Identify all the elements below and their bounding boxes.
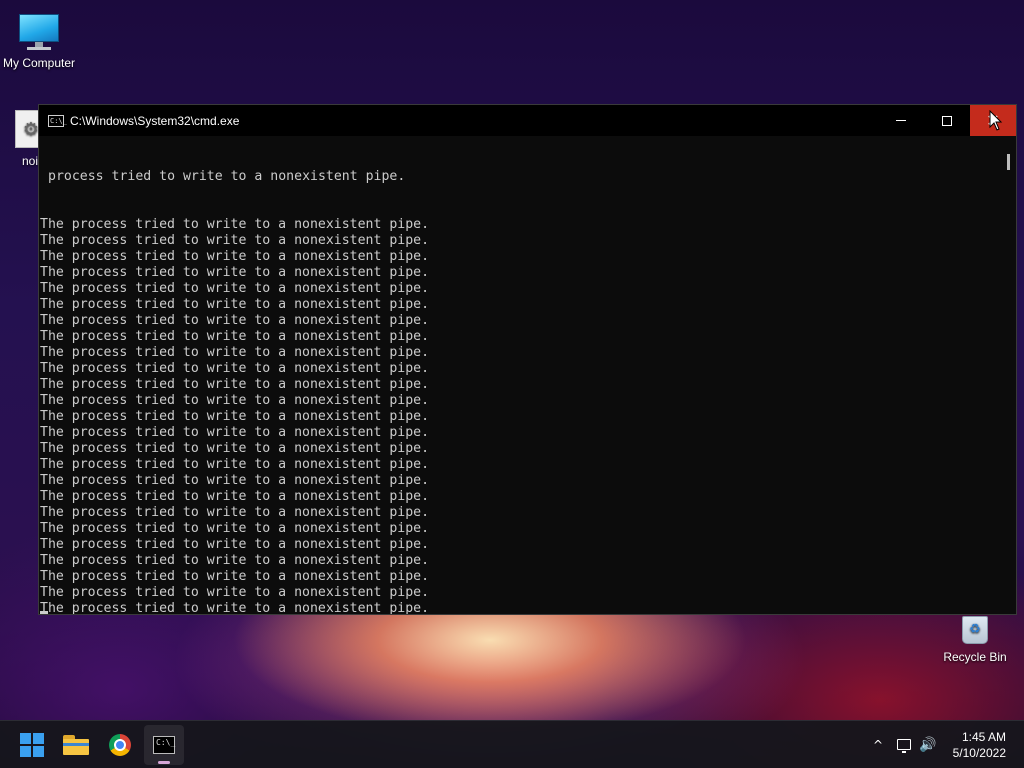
clock-date: 5/10/2022 bbox=[952, 746, 1006, 760]
console-line: The process tried to write to a nonexist… bbox=[40, 441, 430, 456]
console-line: The process tried to write to a nonexist… bbox=[40, 393, 430, 408]
volume-icon: 🔊 bbox=[919, 736, 937, 753]
start-button[interactable] bbox=[12, 725, 52, 765]
console-line: The process tried to write to a nonexist… bbox=[40, 409, 430, 424]
console-line: The process tried to write to a nonexist… bbox=[40, 569, 430, 584]
console-line: The process tried to write to a nonexist… bbox=[40, 505, 430, 520]
cmd-app-icon: C:\_ bbox=[48, 114, 67, 127]
show-hidden-icons-button[interactable]: ^ bbox=[866, 721, 890, 768]
volume-button[interactable]: 🔊 bbox=[916, 721, 940, 768]
network-button[interactable] bbox=[892, 721, 916, 768]
chevron-up-icon: ^ bbox=[872, 737, 884, 752]
console-line: process tried to write to a nonexistent … bbox=[48, 169, 406, 184]
desktop-icon-label: My Computer bbox=[2, 56, 76, 70]
console-line: The process tried to write to a nonexist… bbox=[40, 489, 430, 504]
file-explorer-button[interactable] bbox=[56, 725, 96, 765]
clock[interactable]: 1:45 AM 5/10/2022 bbox=[953, 729, 1006, 761]
console-line: The process tried to write to a nonexist… bbox=[40, 265, 430, 280]
maximize-icon bbox=[942, 115, 952, 126]
command-prompt-icon: C:\_ bbox=[153, 736, 175, 754]
console-line: The process tried to write to a nonexist… bbox=[40, 585, 430, 600]
window-titlebar[interactable]: C:\_ C:\Windows\System32\cmd.exe ✕ bbox=[39, 105, 1016, 136]
console-line: The process tried to write to a nonexist… bbox=[40, 457, 430, 472]
desktop-icon-recycle-bin[interactable]: ♻ Recycle Bin bbox=[935, 610, 1015, 664]
console-line: The process tried to write to a nonexist… bbox=[40, 361, 430, 376]
desktop-icon-label: Recycle Bin bbox=[943, 650, 1007, 664]
scrollbar-thumb[interactable] bbox=[1007, 154, 1010, 170]
desktop-icon-my-computer[interactable]: My Computer bbox=[0, 12, 79, 70]
taskbar: C:\_ ^ 🔊 1:45 AM 5/10/2022 bbox=[0, 720, 1024, 768]
console-line: The process tried to write to a nonexist… bbox=[40, 473, 430, 488]
console-line: The process tried to write to a nonexist… bbox=[40, 217, 430, 232]
minimize-icon bbox=[896, 120, 906, 121]
chrome-icon bbox=[109, 734, 131, 756]
console-line: The process tried to write to a nonexist… bbox=[40, 537, 430, 552]
console-line: The process tried to write to a nonexist… bbox=[40, 249, 430, 264]
console-line: The process tried to write to a nonexist… bbox=[40, 297, 430, 312]
console-line: The process tried to write to a nonexist… bbox=[40, 313, 430, 328]
cmd-window[interactable]: C:\_ C:\Windows\System32\cmd.exe ✕ proce… bbox=[38, 104, 1017, 615]
chrome-button[interactable] bbox=[100, 725, 140, 765]
minimize-button[interactable] bbox=[878, 105, 924, 136]
start-icon bbox=[20, 733, 44, 757]
network-icon bbox=[897, 739, 911, 753]
console-line: The process tried to write to a nonexist… bbox=[40, 281, 430, 296]
clock-time: 1:45 AM bbox=[961, 730, 1006, 744]
text-cursor bbox=[40, 611, 48, 614]
console-line: The process tried to write to a nonexist… bbox=[40, 521, 430, 536]
vertical-scrollbar[interactable] bbox=[1002, 136, 1016, 614]
console-line: The process tried to write to a nonexist… bbox=[40, 425, 430, 440]
command-prompt-button[interactable]: C:\_ bbox=[144, 725, 184, 765]
console-line: The process tried to write to a nonexist… bbox=[40, 329, 430, 344]
active-indicator bbox=[158, 761, 170, 764]
console-line: The process tried to write to a nonexist… bbox=[40, 601, 430, 614]
console-output[interactable]: process tried to write to a nonexistent … bbox=[39, 136, 1002, 614]
mouse-pointer-icon bbox=[989, 110, 1003, 131]
monitor-icon bbox=[17, 12, 61, 52]
console-line: The process tried to write to a nonexist… bbox=[40, 233, 430, 248]
window-title: C:\Windows\System32\cmd.exe bbox=[70, 113, 240, 128]
console-line: The process tried to write to a nonexist… bbox=[40, 377, 430, 392]
maximize-button[interactable] bbox=[924, 105, 970, 136]
file-explorer-icon bbox=[63, 735, 89, 755]
console-line: The process tried to write to a nonexist… bbox=[40, 553, 430, 568]
recycle-bin-icon: ♻ bbox=[958, 610, 992, 646]
console-line: The process tried to write to a nonexist… bbox=[40, 345, 430, 360]
